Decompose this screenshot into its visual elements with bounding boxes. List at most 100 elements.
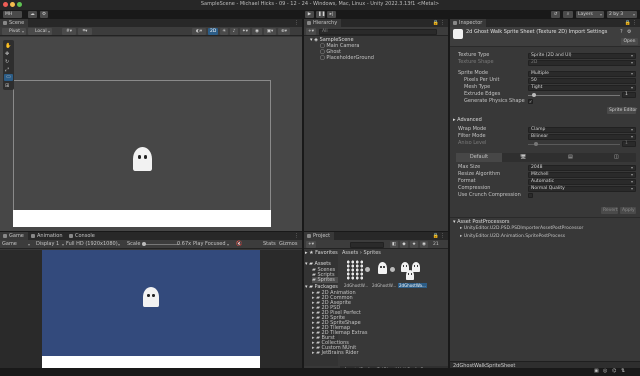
sidebar-folder-sprites[interactable]: ▰ Sprites <box>312 277 338 283</box>
generate-physics-shape-checkbox[interactable]: ✓ <box>528 99 533 104</box>
more-menu-icon[interactable]: ⋮ <box>294 20 299 26</box>
expand-asset-icon[interactable] <box>390 267 395 272</box>
effects-icon[interactable]: ✦▾ <box>240 28 250 35</box>
breadcrumb-sprites[interactable]: Sprites <box>363 250 380 256</box>
shading-mode-icon[interactable]: ◐▾ <box>192 28 206 35</box>
more-menu-icon[interactable]: ⋮ <box>440 20 445 26</box>
game-view-dropdown[interactable]: Game <box>2 241 32 248</box>
transform-tool-icon[interactable]: ⊞ <box>5 83 9 89</box>
layers-dropdown[interactable]: Layers <box>576 11 604 18</box>
platform-tab-standalone[interactable]: 🖥 <box>520 153 526 162</box>
ground-placeholder[interactable] <box>13 210 271 227</box>
platform-tab-default[interactable]: Default <box>456 153 502 162</box>
asset-tile[interactable]: 2dGhostW... <box>344 260 370 290</box>
scale-slider-thumb[interactable] <box>142 242 146 246</box>
tab-game[interactable]: Game <box>0 232 28 240</box>
sprite-editor-button[interactable]: Sprite Editor <box>607 107 637 114</box>
audio-icon[interactable]: ♪ <box>230 28 238 35</box>
more-menu-icon[interactable]: ⋮ <box>440 233 445 239</box>
apply-button[interactable]: Apply <box>620 207 636 214</box>
asset-tile-selected[interactable]: 2dGhostWa... <box>398 260 427 290</box>
status-icon[interactable]: ⇅ <box>621 368 625 374</box>
tab-project[interactable]: Project <box>304 232 335 240</box>
lock-icon[interactable]: 🔒 <box>433 20 439 26</box>
status-icon[interactable]: ⌬ <box>612 368 616 374</box>
hidden-objects-icon[interactable]: ◉ <box>252 28 262 35</box>
help-icon[interactable]: ? <box>620 29 623 35</box>
mute-audio-icon[interactable]: 🔇 <box>236 241 242 248</box>
filter-type-icon[interactable]: ◧ <box>390 241 398 248</box>
extrude-edges-thumb[interactable] <box>532 93 536 97</box>
asset-tile[interactable]: 2dGhostW... <box>372 260 396 290</box>
revert-button[interactable]: Revert <box>601 207 618 214</box>
tab-animation[interactable]: Animation <box>28 232 67 240</box>
scale-tool-icon[interactable]: ⤢ <box>5 67 9 73</box>
hidden-packages-icon[interactable]: ◉ <box>420 241 428 248</box>
scene-viewport[interactable]: ✋ ✥ ↻ ⤢ ▭ ⊞ <box>0 37 302 231</box>
advanced-foldout[interactable]: ▸ Advanced <box>453 117 482 123</box>
resolution-dropdown[interactable]: Full HD (1920x1080) <box>66 241 122 248</box>
settings-icon[interactable]: ⚙ <box>40 11 48 18</box>
view-tool-icon[interactable]: ✋ <box>5 43 11 49</box>
play-mode-dropdown[interactable]: Play Focused <box>193 241 231 248</box>
lock-icon[interactable]: 🔒 <box>433 233 439 239</box>
lock-icon[interactable]: 🔒 <box>625 20 631 26</box>
lighting-icon[interactable]: ☀ <box>220 28 228 35</box>
project-search-input[interactable] <box>350 242 384 248</box>
2d-toggle-button[interactable]: 2D <box>208 28 218 35</box>
settings-icon[interactable]: ⚙ <box>627 29 631 35</box>
scene-camera-icon[interactable]: ▣▾ <box>264 28 276 35</box>
more-menu-icon[interactable]: ⋮ <box>632 20 637 26</box>
sprite-mode-dropdown[interactable]: Multiple <box>528 71 636 77</box>
open-button[interactable]: Open <box>621 38 638 45</box>
status-icon[interactable]: ◎ <box>603 368 607 374</box>
more-menu-icon[interactable]: ⋮ <box>294 233 299 239</box>
extrude-edges-slider[interactable] <box>528 95 620 96</box>
texture-type-dropdown[interactable]: Sprite (2D and UI) <box>528 53 636 59</box>
add-object-button[interactable]: +▾ <box>306 28 316 35</box>
hierarchy-item-placeholder-ground[interactable]: ▢ PlaceholderGround <box>320 55 374 61</box>
tab-scene[interactable]: Scene <box>0 19 29 27</box>
filter-label-icon[interactable]: ◆ <box>400 241 408 248</box>
history-icon[interactable]: ↺ <box>551 11 560 18</box>
search-icon[interactable]: ⌕ <box>563 11 573 18</box>
platform-tab-webgl[interactable]: ◫ <box>614 153 619 162</box>
gizmos-button[interactable]: Gizmos <box>279 241 297 248</box>
status-icon[interactable]: ▣ <box>594 368 599 374</box>
pause-button[interactable]: ❚❚ <box>316 11 326 18</box>
expand-arrow-icon[interactable]: ▾ <box>310 37 313 43</box>
aniso-level-input[interactable]: 1 <box>622 141 636 147</box>
format-dropdown[interactable]: Automatic <box>528 179 636 185</box>
tab-console[interactable]: Console <box>66 232 99 240</box>
max-size-dropdown[interactable]: 2048 <box>528 165 636 171</box>
texture-shape-dropdown[interactable]: 2D <box>528 60 636 66</box>
layout-dropdown[interactable]: 2 by 3 <box>607 11 637 18</box>
compression-dropdown[interactable]: Normal Quality <box>528 186 636 192</box>
cloud-icon[interactable]: ☁ <box>28 11 37 18</box>
grid-snap-icon[interactable]: #▾ <box>62 28 76 35</box>
aniso-level-slider[interactable] <box>528 144 620 145</box>
resize-algorithm-dropdown[interactable]: Mitchell <box>528 172 636 178</box>
step-button[interactable]: ▸| <box>327 11 336 18</box>
tab-hierarchy[interactable]: Hierarchy <box>304 19 342 27</box>
display-dropdown[interactable]: Display 1 <box>36 241 66 248</box>
hierarchy-search-input[interactable]: All <box>319 29 437 35</box>
move-tool-icon[interactable]: ✥ <box>5 51 9 57</box>
play-button[interactable]: ▶ <box>305 11 314 18</box>
platform-tab-server[interactable]: ▤ <box>568 153 573 162</box>
gizmos-icon[interactable]: ⊕▾ <box>278 28 290 35</box>
pivot-dropdown[interactable]: Pivot <box>2 28 26 35</box>
filter-mode-dropdown[interactable]: Bilinear <box>528 134 636 140</box>
ghost-sprite[interactable] <box>133 147 152 171</box>
tab-inspector[interactable]: Inspector <box>450 19 487 27</box>
use-crunch-compression-checkbox[interactable] <box>528 193 533 198</box>
aniso-level-thumb[interactable] <box>534 142 538 146</box>
scale-slider[interactable] <box>143 244 179 245</box>
game-render[interactable] <box>42 250 260 372</box>
create-asset-button[interactable]: +▾ <box>306 241 316 248</box>
account-button[interactable]: MH <box>3 11 22 18</box>
extrude-edges-input[interactable]: 1 <box>622 92 636 98</box>
expand-asset-icon[interactable] <box>365 267 370 272</box>
sidebar-favorites[interactable]: ▸ ★ Favorites <box>305 250 338 256</box>
stats-button[interactable]: Stats <box>263 241 276 248</box>
